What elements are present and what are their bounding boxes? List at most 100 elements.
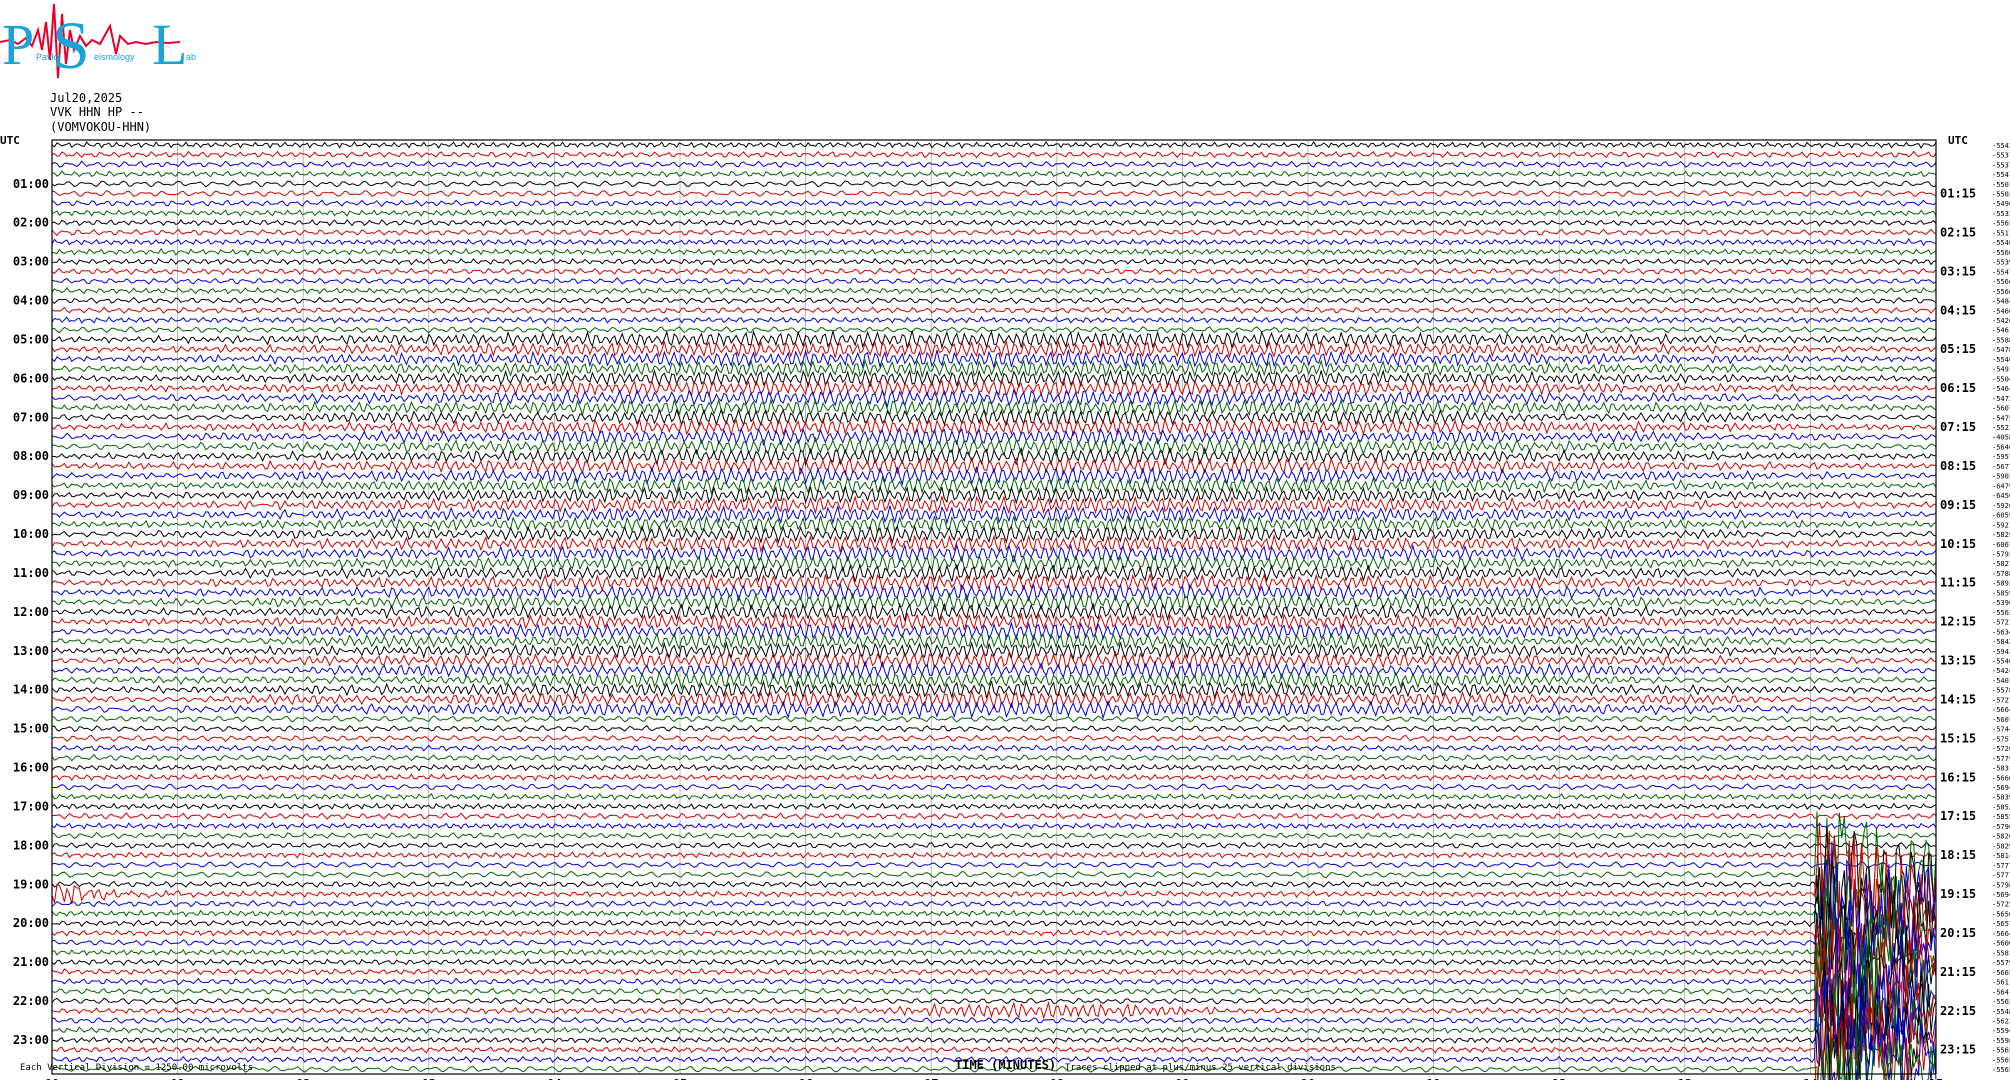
trace-offset-label: -5461 xyxy=(1992,327,2010,335)
trace-offset-label: -6059 xyxy=(1992,512,2010,520)
trace-offset-label: -5650 xyxy=(1992,910,2010,918)
trace-22 xyxy=(51,349,1937,369)
trace-72 xyxy=(51,841,1937,850)
header-site: (VOMVOKOU-HHN) xyxy=(50,120,152,134)
trace-offset-label: -5523 xyxy=(1992,424,2010,432)
trace-70 xyxy=(51,821,1937,830)
right-time-label: 18:15 xyxy=(1940,848,1976,862)
trace-offset-label: -5565 xyxy=(1992,1047,2010,1055)
trace-offset-label: -5634 xyxy=(1992,628,2010,636)
trace-offset-label: -5537 xyxy=(1992,152,2010,160)
trace-18 xyxy=(51,315,1937,325)
trace-offset-label: -5466 xyxy=(1992,307,2010,315)
trace-offset-label: -5565 xyxy=(1992,220,2010,228)
trace-3 xyxy=(51,170,1937,179)
trace-90 xyxy=(51,963,1937,1073)
right-time-labels: UTC 01:15 02:15 03:15 04:15 05:15 06:15 07:15 08… xyxy=(1940,134,1976,1057)
trace-9 xyxy=(51,228,1937,237)
trace-offset-label: -5852 xyxy=(1992,803,2010,811)
left-time-label: 20:00 xyxy=(13,916,49,930)
trace-offset-label: -5777 xyxy=(1992,872,2010,880)
right-time-label: 09:15 xyxy=(1940,498,1976,512)
trace-offset-label: -5548 xyxy=(1992,1008,2010,1016)
trace-36 xyxy=(51,485,1937,505)
right-time-label: 14:15 xyxy=(1940,692,1976,706)
trace-offset-label: -5660 xyxy=(1992,774,2010,782)
trace-offset-label: -6479 xyxy=(1992,482,2010,490)
logo-word-2: eismology xyxy=(94,52,135,62)
trace-12 xyxy=(51,257,1937,266)
trace-59 xyxy=(51,715,1937,723)
left-time-label: 22:00 xyxy=(13,994,49,1008)
trace-13 xyxy=(51,267,1937,276)
trace-offset-label: -5598 xyxy=(1992,1037,2010,1045)
trace-offset-label: -5578 xyxy=(1992,687,2010,695)
trace-offset-label: -5581 xyxy=(1992,949,2010,957)
trace-offset-label: -5859 xyxy=(1992,589,2010,597)
trace-offset-label: -5842 xyxy=(1992,638,2010,646)
trace-offset-label: -5694 xyxy=(1992,784,2010,792)
trace-offset-label: -5779 xyxy=(1992,755,2010,763)
left-time-labels: UTC 01:00 02:00 03:00 04:00 05:00 06:00 07:00 08… xyxy=(0,134,49,1047)
trace-offset-label: -5504 xyxy=(1992,375,2010,383)
trace-42 xyxy=(51,543,1937,564)
left-axis-header: UTC xyxy=(0,134,20,147)
trace-51 xyxy=(51,631,1937,651)
logo-letter-s: S xyxy=(52,7,90,82)
trace-39 xyxy=(51,514,1937,534)
trace-offset-label: -5420 xyxy=(1992,317,2010,325)
trace-43 xyxy=(51,553,1937,574)
trace-offset-label: -5541 xyxy=(1992,171,2010,179)
left-time-label: 18:00 xyxy=(13,838,49,852)
trace-1 xyxy=(51,150,1937,159)
trace-offset-label: -5664 xyxy=(1992,706,2010,714)
right-time-label: 16:15 xyxy=(1940,770,1976,784)
trace-87 xyxy=(51,933,1937,1041)
right-time-label: 10:15 xyxy=(1940,537,1976,551)
trace-offset-label: -5664 xyxy=(1992,930,2010,938)
trace-offset-label: -4058 xyxy=(1992,434,2010,442)
left-time-label: 17:00 xyxy=(13,799,49,813)
trace-30 xyxy=(51,427,1937,447)
trace-offset-label: -5611 xyxy=(1992,979,2010,987)
right-time-label: 17:15 xyxy=(1940,809,1976,823)
trace-offset-label: -5496 xyxy=(1992,200,2010,208)
trace-offset-label: -5502 xyxy=(1992,191,2010,199)
right-time-label: 19:15 xyxy=(1940,887,1976,901)
trace-offset-label: -5893 xyxy=(1992,580,2010,588)
left-time-label: 11:00 xyxy=(13,566,49,580)
right-time-label: 02:15 xyxy=(1940,225,1976,239)
left-time-label: 19:00 xyxy=(13,877,49,891)
trace-62 xyxy=(51,744,1937,752)
trace-offset-label: -5546 xyxy=(1992,239,2010,247)
trace-offset-label: -5798 xyxy=(1992,881,2010,889)
trace-offset-label: -5566 xyxy=(1992,278,2010,286)
left-time-label: 07:00 xyxy=(13,410,49,424)
trace-19 xyxy=(51,326,1937,334)
right-time-label: 12:15 xyxy=(1940,615,1976,629)
right-time-label: 23:15 xyxy=(1940,1043,1976,1057)
trace-offset-label: -5902 xyxy=(1992,473,2010,481)
trace-offset-label: -5720 xyxy=(1992,745,2010,753)
trace-83 xyxy=(51,887,1937,1010)
left-time-label: 06:00 xyxy=(13,371,49,385)
right-axis-header: UTC xyxy=(1948,134,1968,147)
trace-offset-label: -5744 xyxy=(1992,726,2010,734)
trace-11 xyxy=(51,247,1937,257)
trace-64 xyxy=(51,763,1937,772)
trace-69 xyxy=(51,812,1937,820)
trace-26 xyxy=(51,388,1936,409)
trace-16 xyxy=(51,296,1937,305)
left-time-label: 03:00 xyxy=(13,255,49,269)
right-time-label: 22:15 xyxy=(1940,1004,1976,1018)
trace-offset-label: -5721 xyxy=(1992,619,2010,627)
right-time-label: 03:15 xyxy=(1940,264,1976,278)
trace-offset-label: -5484 xyxy=(1992,298,2010,306)
logo-letter-l: L xyxy=(152,12,187,77)
trace-offset-label: -5829 xyxy=(1992,531,2010,539)
left-time-label: 14:00 xyxy=(13,683,49,697)
right-time-label: 21:15 xyxy=(1940,965,1976,979)
trace-offset-label: -5588 xyxy=(1992,336,2010,344)
trace-offset-label: -5491 xyxy=(1992,366,2010,374)
trace-47 xyxy=(51,591,1937,612)
